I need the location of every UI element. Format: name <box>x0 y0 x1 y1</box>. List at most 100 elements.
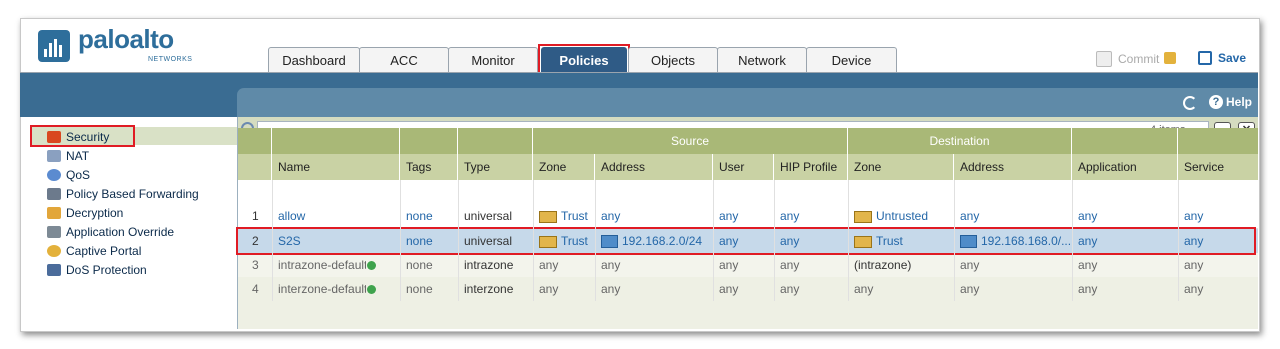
service[interactable]: any <box>1178 204 1258 228</box>
user[interactable]: any <box>713 204 774 228</box>
help-button[interactable]: ? Help <box>1209 95 1252 109</box>
destination-zone[interactable]: Untrusted <box>848 204 954 228</box>
nat-icon <box>47 149 61 162</box>
destination-zone-value: Untrusted <box>876 209 929 223</box>
group-header-source: Source <box>533 128 848 154</box>
column-divider <box>400 180 401 301</box>
group-header-blank <box>272 128 400 154</box>
sidebar-item-app-override[interactable]: Application Override <box>47 223 174 240</box>
column-header-hip-profile[interactable]: HIP Profile <box>774 154 848 180</box>
tab-monitor[interactable]: Monitor <box>448 47 538 72</box>
dos-icon <box>47 263 61 276</box>
column-divider <box>595 180 596 301</box>
sidebar-item-dos-protection[interactable]: DoS Protection <box>47 261 147 278</box>
column-header-tags[interactable]: Tags <box>400 154 458 180</box>
tab-network[interactable]: Network <box>717 47 807 72</box>
application[interactable]: any <box>1072 204 1178 228</box>
source-address[interactable]: any <box>595 204 713 228</box>
sidebar-item-label: DoS Protection <box>66 262 147 277</box>
commit-button[interactable]: Commit <box>1096 51 1159 67</box>
pbf-icon <box>47 187 61 200</box>
captive-portal-icon <box>47 244 61 257</box>
column-divider <box>848 180 849 301</box>
help-icon: ? <box>1209 95 1223 109</box>
save-button[interactable]: Save <box>1198 51 1246 65</box>
hip-profile[interactable]: any <box>774 204 848 228</box>
group-header-destination: Destination <box>848 128 1072 154</box>
user: any <box>719 282 739 296</box>
override-icon <box>367 285 376 295</box>
sidebar-item-captive-portal[interactable]: Captive Portal <box>47 242 141 259</box>
destination-zone: any <box>854 282 874 296</box>
lock-icon[interactable] <box>1164 52 1176 64</box>
refresh-icon[interactable] <box>1183 96 1197 110</box>
column-header-source-address[interactable]: Address <box>595 154 713 180</box>
user: any <box>719 258 739 272</box>
destination-address: any <box>960 282 980 296</box>
sidebar-item-pbf[interactable]: Policy Based Forwarding <box>47 185 199 202</box>
brand-name: paloalto <box>78 24 174 54</box>
column-divider <box>458 180 459 301</box>
sidebar-item-label: Application Override <box>66 224 175 239</box>
destination-zone: (intrazone) <box>854 258 912 272</box>
override-icon <box>367 261 376 271</box>
rule-name[interactable]: intrazone-default <box>272 253 400 277</box>
column-header-destination-zone[interactable]: Zone <box>848 154 954 180</box>
application: any <box>1078 282 1098 296</box>
brand-sub: NETWORKS <box>148 56 193 63</box>
service: any <box>1184 258 1204 272</box>
column-header-application[interactable]: Application <box>1072 154 1178 180</box>
save-icon <box>1198 51 1212 65</box>
rule-tags[interactable]: none <box>400 204 458 228</box>
hip-profile: any <box>780 282 800 296</box>
group-header-blank <box>238 128 272 154</box>
s2s-row-highlight <box>236 227 1256 255</box>
tab-device[interactable]: Device <box>806 47 897 72</box>
save-label: Save <box>1218 51 1247 65</box>
column-header-destination-address[interactable]: Address <box>954 154 1072 180</box>
source-zone[interactable]: Trust <box>533 204 595 228</box>
column-header-type[interactable]: Type <box>458 154 533 180</box>
app-override-icon <box>47 225 61 238</box>
security-icon <box>47 130 61 143</box>
destination-address: any <box>960 258 980 272</box>
column-divider <box>954 180 955 301</box>
group-header-blank <box>1072 128 1178 154</box>
column-header-user[interactable]: User <box>713 154 774 180</box>
sidebar-item-decryption[interactable]: Decryption <box>47 204 123 221</box>
sidebar-item-nat[interactable]: NAT <box>47 147 89 164</box>
application: any <box>1078 258 1098 272</box>
sidebar-item-security[interactable]: Security <box>47 128 109 145</box>
rule-type: intrazone <box>464 258 514 272</box>
sidebar-item-label: QoS <box>66 167 91 182</box>
sidebar-item-qos[interactable]: QoS <box>47 166 90 183</box>
sidebar-item-label: Captive Portal <box>66 243 142 258</box>
source-zone: any <box>539 282 559 296</box>
source-zone-value: Trust <box>561 209 588 223</box>
row-number: 4 <box>252 282 259 296</box>
tab-objects[interactable]: Objects <box>628 47 718 72</box>
commit-label: Commit <box>1118 52 1160 66</box>
source-address: any <box>601 258 621 272</box>
rule-name[interactable]: interzone-default <box>272 277 400 301</box>
column-header-source-zone[interactable]: Zone <box>533 154 595 180</box>
tab-acc[interactable]: ACC <box>359 47 449 72</box>
column-divider <box>272 180 273 301</box>
rule-tags: none <box>406 258 433 272</box>
tab-dashboard[interactable]: Dashboard <box>268 47 360 72</box>
column-divider <box>713 180 714 301</box>
rule-type: universal <box>464 209 513 223</box>
zone-icon <box>854 210 872 223</box>
sidebar-item-label: Policy Based Forwarding <box>66 186 199 201</box>
rule-name-value: intrazone-default <box>278 258 366 272</box>
rule-name[interactable]: allow <box>272 204 400 228</box>
column-header-name[interactable]: Name <box>272 154 400 180</box>
zone-icon <box>539 210 557 223</box>
lock-icon <box>47 206 61 219</box>
column-divider <box>774 180 775 301</box>
column-header-service[interactable]: Service <box>1178 154 1258 180</box>
destination-address[interactable]: any <box>954 204 1072 228</box>
column-divider <box>1072 180 1073 301</box>
qos-icon <box>47 168 61 181</box>
paloalto-logo: paloalto NETWORKS <box>38 24 192 66</box>
